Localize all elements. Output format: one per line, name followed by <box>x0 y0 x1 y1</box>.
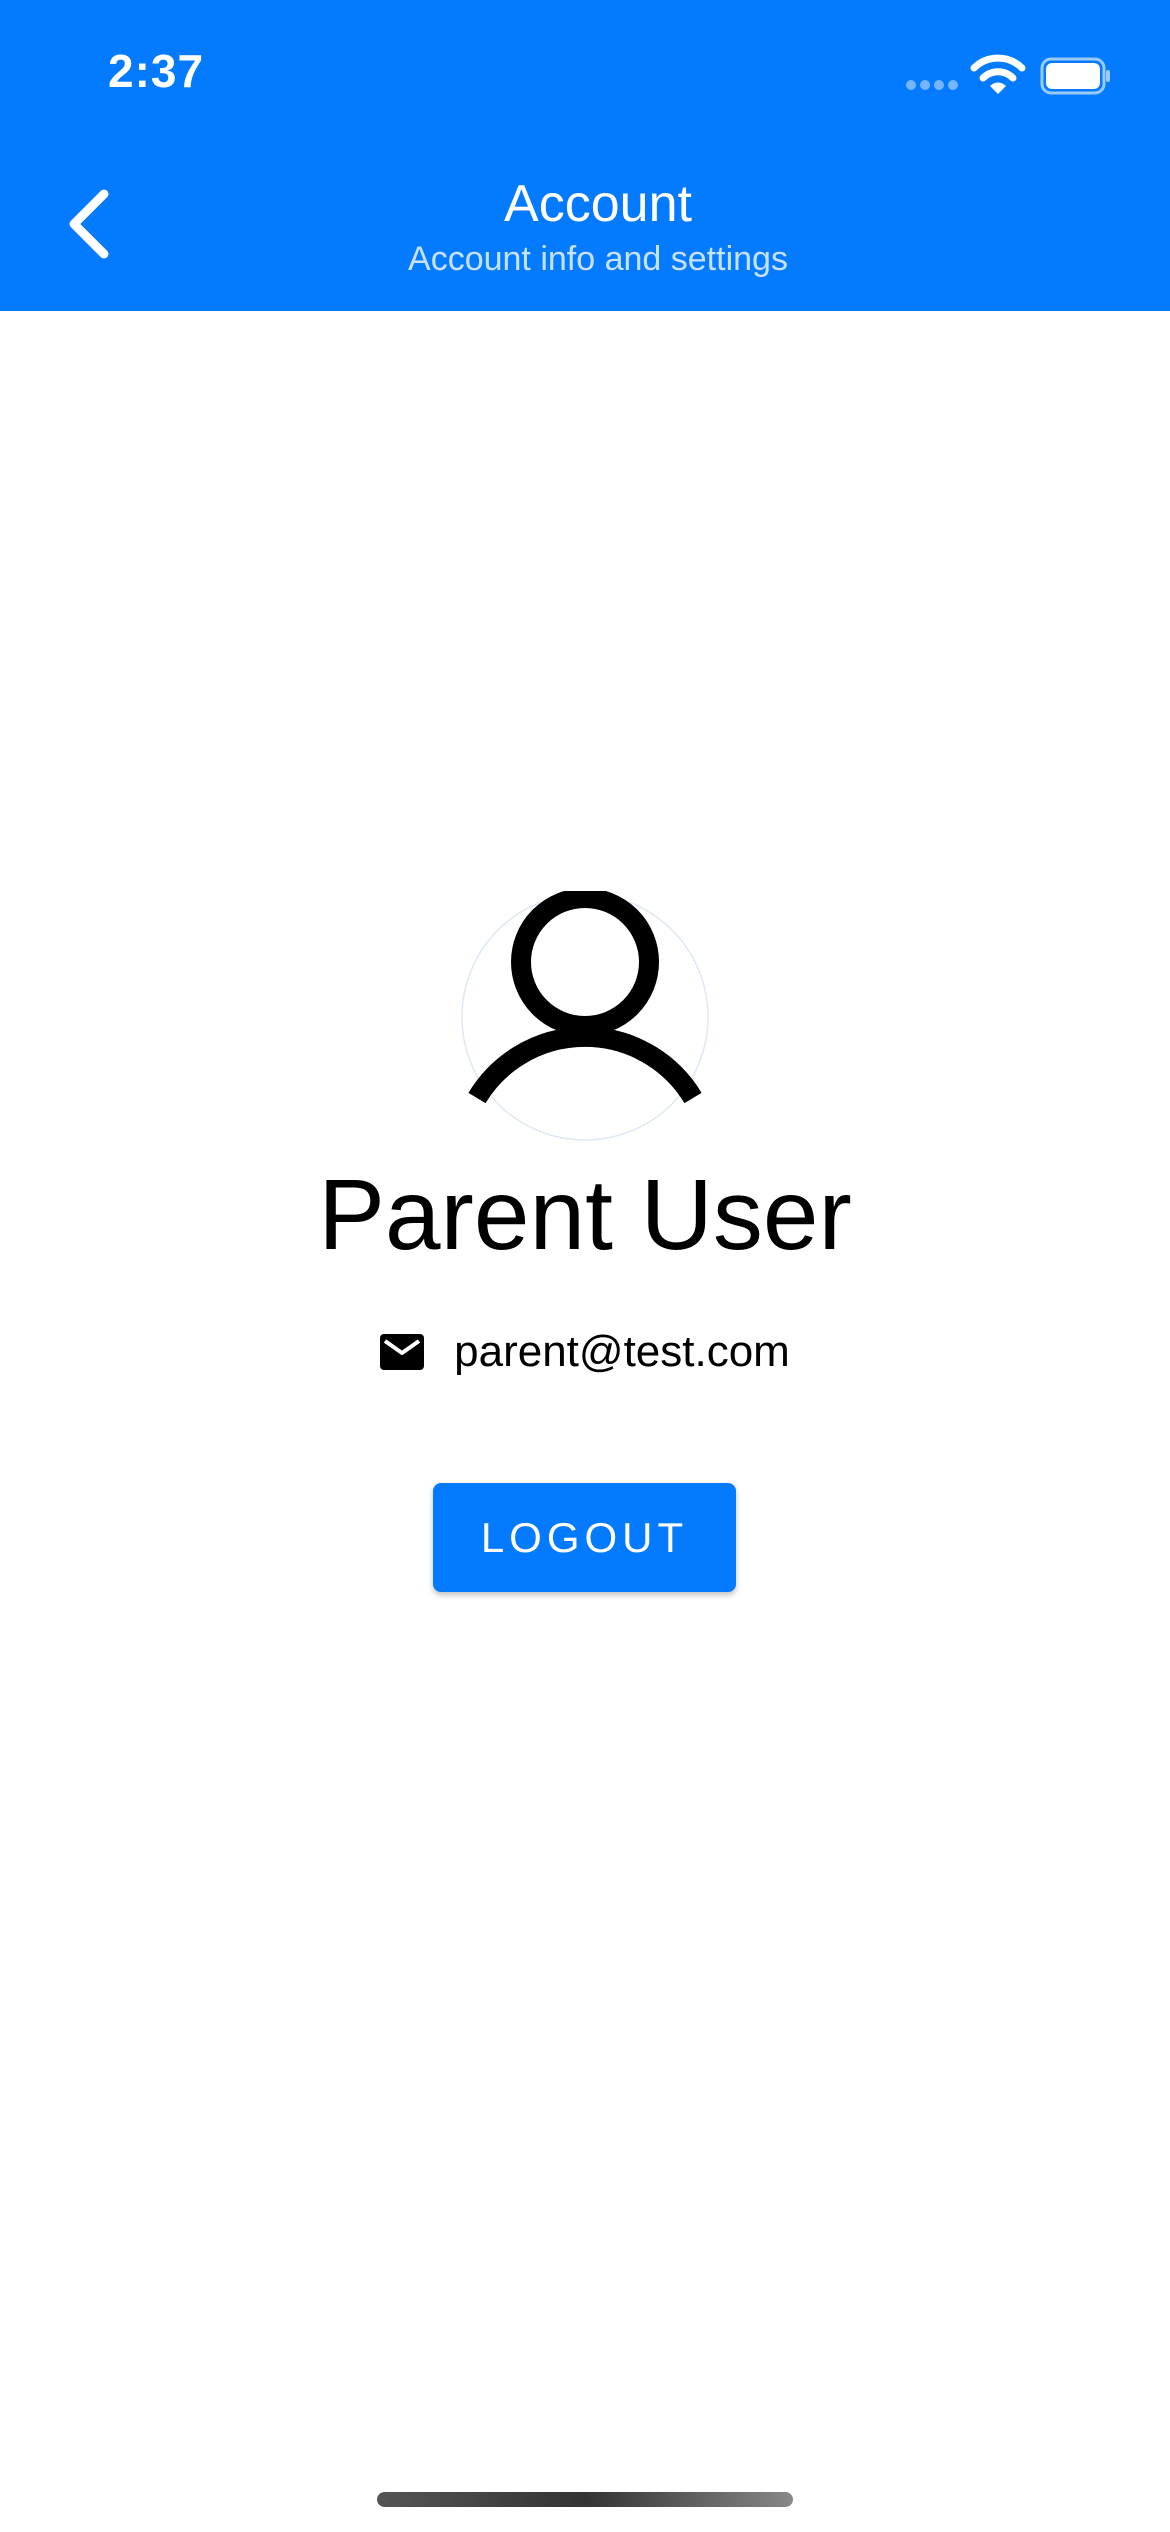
wifi-icon <box>970 54 1026 94</box>
page-subtitle: Account info and settings <box>408 240 788 278</box>
page-title: Account <box>504 175 692 233</box>
app-header: 2:37 Account Account info and settings <box>0 0 1170 311</box>
header-title-block: Account Account info and settings <box>0 170 1170 280</box>
mail-icon <box>380 1334 425 1370</box>
home-indicator[interactable] <box>377 2492 793 2507</box>
cellular-signal-icon <box>906 80 960 92</box>
user-email: parent@test.com <box>454 1327 790 1376</box>
logout-button[interactable]: LOGOUT <box>433 1483 736 1592</box>
user-name: Parent User <box>318 1159 852 1271</box>
email-row: parent@test.com <box>0 1320 1170 1384</box>
user-avatar-icon <box>461 891 709 1141</box>
status-time: 2:37 <box>108 45 205 97</box>
battery-icon <box>1040 57 1110 95</box>
